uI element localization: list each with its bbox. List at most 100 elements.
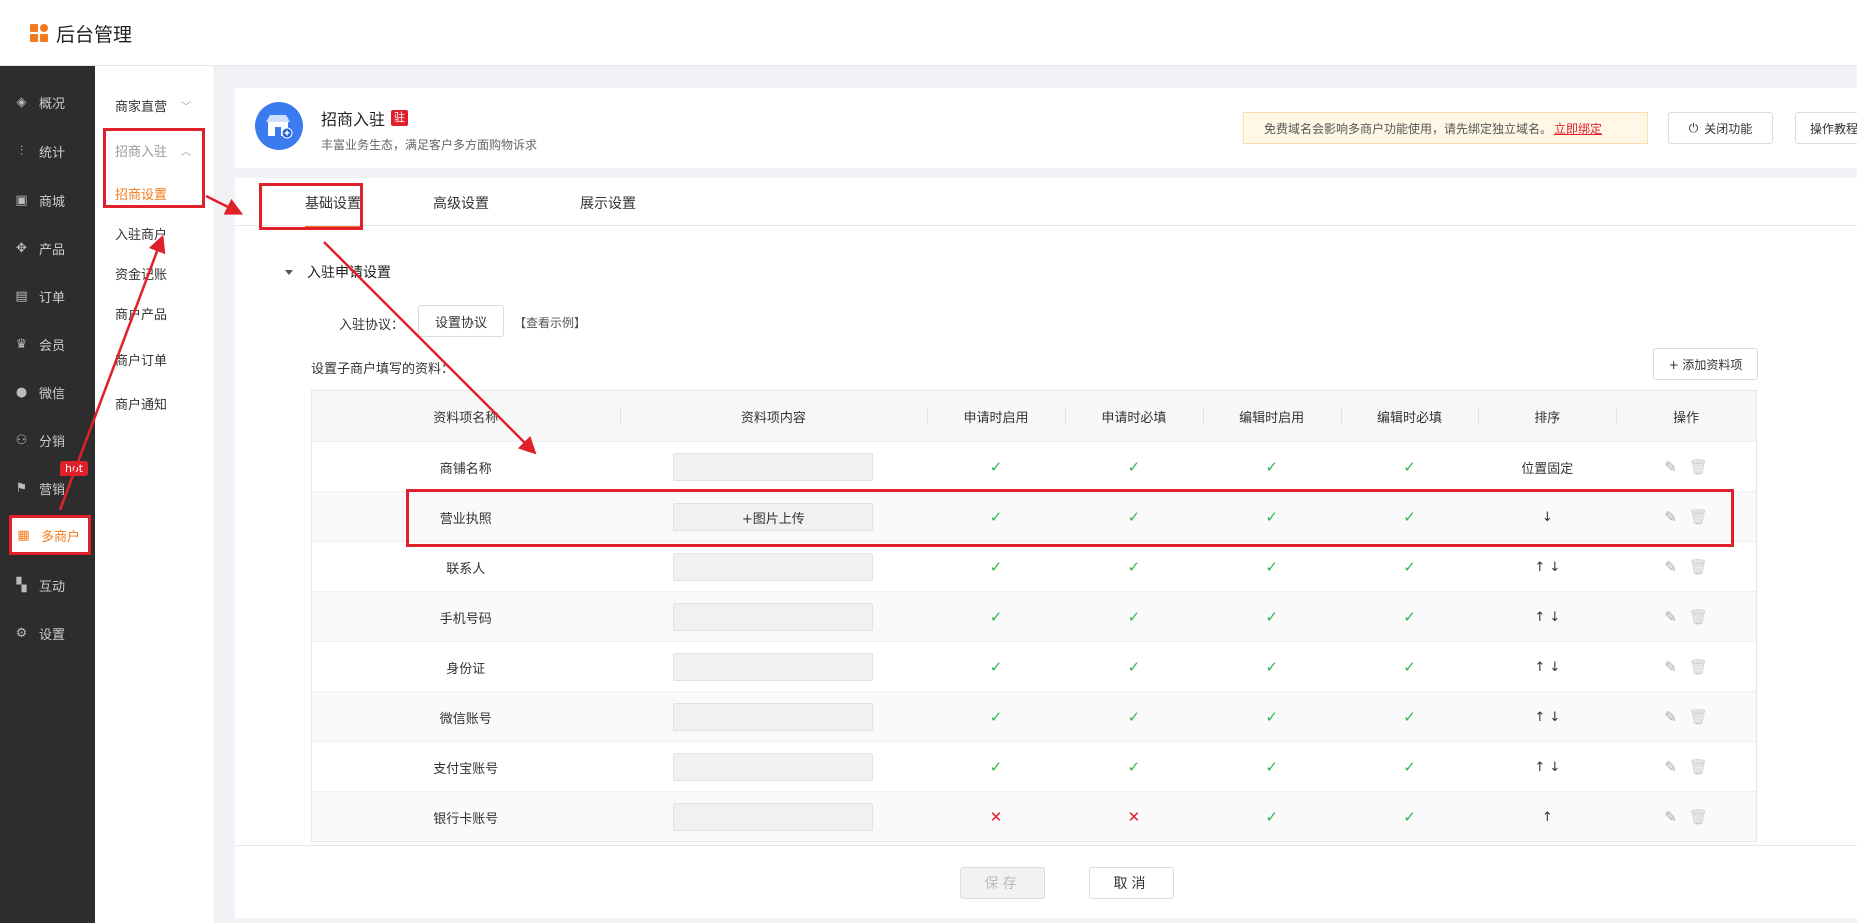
check-icon[interactable]: ✓	[1403, 508, 1416, 526]
tab-display[interactable]: 展示设置	[580, 193, 636, 213]
close-feature-button[interactable]: ⏻ 关闭功能	[1668, 112, 1773, 144]
image-upload-field[interactable]: +图片上传	[673, 503, 874, 531]
check-icon[interactable]: ✓	[990, 758, 1003, 776]
check-icon[interactable]: ✓	[1128, 508, 1141, 526]
sidebar-item-label: 会员	[39, 338, 66, 354]
check-icon[interactable]: ✓	[1265, 658, 1278, 676]
trash-icon[interactable]: 🗑	[1689, 508, 1708, 526]
sidebar-item-9[interactable]: ▦ 多商户	[9, 515, 91, 555]
check-icon[interactable]: ✓	[1128, 758, 1141, 776]
check-icon[interactable]: ✓	[1403, 758, 1416, 776]
check-icon[interactable]: ✓	[1403, 708, 1416, 726]
submenu-item-orders[interactable]: 商户订单	[115, 350, 167, 369]
sidebar-item-3[interactable]: ✥ 产品	[0, 228, 95, 268]
cross-icon[interactable]: ✕	[990, 808, 1003, 826]
submenu-group-merchant[interactable]: 招商入驻 ︿	[115, 141, 191, 160]
add-field-button[interactable]: + 添加资料项	[1653, 348, 1758, 380]
cancel-button[interactable]: 取消	[1089, 867, 1174, 899]
sidebar-item-2[interactable]: ▣ 商城	[0, 180, 95, 220]
trash-icon[interactable]: 🗑	[1689, 758, 1708, 776]
see-example-link[interactable]: 【查看示例】	[514, 314, 586, 331]
check-icon[interactable]: ✓	[1265, 708, 1278, 726]
app-logo[interactable]: 后台管理	[30, 20, 132, 47]
bind-domain-link[interactable]: 立即绑定	[1554, 120, 1602, 137]
check-icon[interactable]: ✓	[1265, 758, 1278, 776]
sort-cell[interactable]: ↓	[1478, 492, 1616, 542]
check-icon[interactable]: ✓	[1403, 558, 1416, 576]
submenu-item-funds[interactable]: 资金记账	[115, 264, 167, 283]
check-icon[interactable]: ✓	[1265, 608, 1278, 626]
sort-cell: 位置固定	[1521, 461, 1574, 477]
check-icon[interactable]: ✓	[990, 658, 1003, 676]
sidebar-item-label: 互动	[39, 579, 66, 595]
trash-icon[interactable]: 🗑	[1689, 458, 1708, 476]
check-icon[interactable]: ✓	[990, 508, 1003, 526]
check-icon[interactable]: ✓	[990, 708, 1003, 726]
sidebar-item-11[interactable]: ⚙ 设置	[0, 613, 95, 653]
hot-badge: hot	[60, 461, 89, 476]
page-subtitle: 丰富业务生态，满足客户多方面购物诉求	[321, 138, 538, 152]
check-icon[interactable]: ✓	[1128, 658, 1141, 676]
edit-icon[interactable]: ✎	[1664, 808, 1677, 826]
edit-icon[interactable]: ✎	[1664, 708, 1677, 726]
chevron-up-icon: ︿	[181, 147, 192, 158]
sidebar-item-5[interactable]: ♛ 会员	[0, 324, 95, 364]
sort-cell[interactable]: ↑	[1478, 792, 1616, 842]
trash-icon[interactable]: 🗑	[1689, 808, 1708, 826]
edit-icon[interactable]: ✎	[1664, 558, 1677, 576]
check-icon[interactable]: ✓	[1265, 558, 1278, 576]
trash-icon[interactable]: 🗑	[1689, 658, 1708, 676]
check-icon[interactable]: ✓	[1265, 808, 1278, 826]
check-icon[interactable]: ✓	[990, 608, 1003, 626]
sidebar-item-10[interactable]: ▚ 互动	[0, 565, 95, 605]
sort-cell[interactable]: ↑ ↓	[1478, 542, 1616, 592]
trash-icon[interactable]: 🗑	[1689, 608, 1708, 626]
submenu-group-direct[interactable]: 商家直营 ﹀	[115, 96, 191, 115]
tab-advanced[interactable]: 高级设置	[433, 193, 489, 213]
tab-basic[interactable]: 基础设置	[285, 193, 381, 228]
submenu-item-merchants[interactable]: 入驻商户	[115, 224, 167, 243]
sort-cell[interactable]: ↑ ↓	[1478, 642, 1616, 692]
section-title[interactable]: 入驻申请设置	[285, 262, 391, 282]
submenu-item-notices[interactable]: 商户通知	[115, 394, 167, 413]
check-icon[interactable]: ✓	[1128, 558, 1141, 576]
check-icon[interactable]: ✓	[1403, 658, 1416, 676]
sort-cell[interactable]: ↑ ↓	[1478, 742, 1616, 792]
trash-icon[interactable]: 🗑	[1689, 708, 1708, 726]
submenu-item-merchant-settings[interactable]: 招商设置	[115, 184, 167, 203]
check-icon[interactable]: ✓	[1403, 458, 1416, 476]
cross-icon[interactable]: ✕	[1128, 808, 1141, 826]
sidebar-item-7[interactable]: ⚇ 分销	[0, 420, 95, 460]
set-agreement-button[interactable]: 设置协议	[418, 305, 504, 337]
edit-icon[interactable]: ✎	[1664, 658, 1677, 676]
check-icon[interactable]: ✓	[1128, 708, 1141, 726]
sidebar-item-6[interactable]: ● 微信	[0, 372, 95, 412]
sidebar-item-4[interactable]: ▤ 订单	[0, 276, 95, 316]
check-icon[interactable]: ✓	[1128, 608, 1141, 626]
edit-icon[interactable]: ✎	[1664, 458, 1677, 476]
check-icon[interactable]: ✓	[1265, 458, 1278, 476]
sidebar-item-0[interactable]: ◈ 概况	[0, 82, 95, 122]
edit-icon[interactable]: ✎	[1664, 758, 1677, 776]
shop-icon: ▣	[15, 192, 28, 208]
check-icon[interactable]: ✓	[990, 558, 1003, 576]
submenu-item-products[interactable]: 商户产品	[115, 304, 167, 323]
check-icon[interactable]: ✓	[1403, 808, 1416, 826]
check-icon[interactable]: ✓	[1128, 458, 1141, 476]
field-name-cell: 支付宝账号	[433, 761, 499, 777]
sidebar-item-1[interactable]: ⫶ 统计	[0, 131, 95, 171]
trash-icon[interactable]: 🗑	[1689, 558, 1708, 576]
page-header: 招商入驻 驻 丰富业务生态，满足客户多方面购物诉求 免费域名会影响多商户功能使用…	[235, 88, 1857, 168]
edit-icon[interactable]: ✎	[1664, 508, 1677, 526]
table-row: 银行卡账号 ✕ ✕ ✓ ✓ ↑ ✎ 🗑	[312, 791, 1756, 841]
guide-button[interactable]: 操作教程	[1795, 112, 1857, 144]
check-icon[interactable]: ✓	[1265, 508, 1278, 526]
check-icon[interactable]: ✓	[990, 458, 1003, 476]
save-button[interactable]: 保存	[960, 867, 1045, 899]
sort-cell[interactable]: ↑ ↓	[1478, 592, 1616, 642]
edit-icon[interactable]: ✎	[1664, 608, 1677, 626]
sort-cell[interactable]: ↑ ↓	[1478, 692, 1616, 742]
field-content-cell	[620, 692, 928, 742]
domain-notice: 免费域名会影响多商户功能使用，请先绑定独立域名。 立即绑定	[1243, 112, 1648, 144]
check-icon[interactable]: ✓	[1403, 608, 1416, 626]
